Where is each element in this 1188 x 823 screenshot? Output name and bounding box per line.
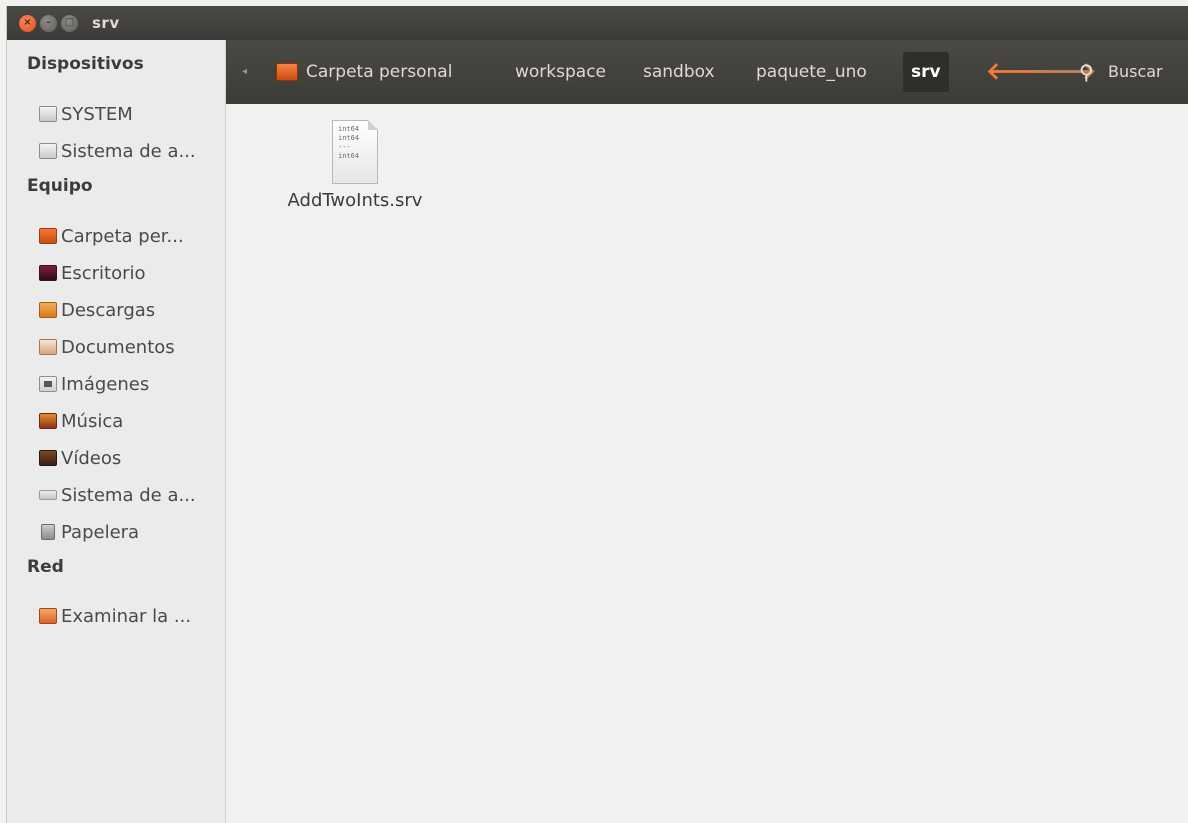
- sidebar-heading-equipo: Equipo: [27, 176, 93, 196]
- sidebar-item-carpeta-personal[interactable]: Carpeta per...: [39, 222, 184, 250]
- filesystem-icon: [39, 490, 57, 500]
- desktop-icon: [39, 265, 57, 281]
- sidebar-item-descargas[interactable]: Descargas: [39, 296, 155, 324]
- breadcrumb-carpeta-personal[interactable]: Carpeta personal: [276, 40, 452, 104]
- sidebar-item-videos[interactable]: Vídeos: [39, 444, 121, 472]
- drive-icon: [39, 106, 57, 122]
- text-file-icon: int64 int64 --- int64: [332, 120, 378, 184]
- breadcrumb-sandbox[interactable]: sandbox: [643, 40, 715, 104]
- file-preview-line: ---: [338, 143, 351, 151]
- file-view[interactable]: int64 int64 --- int64 AddTwoInts.srv: [226, 104, 1188, 823]
- file-preview-line: int64: [338, 125, 360, 133]
- pictures-folder-icon: [39, 376, 57, 392]
- sidebar: Dispositivos SYSTEM Sistema de a... Equi…: [7, 40, 226, 823]
- sidebar-item-label: Sistema de a...: [61, 140, 196, 162]
- sidebar-item-sistema-archivos-device[interactable]: Sistema de a...: [39, 137, 196, 165]
- window-title: srv: [92, 14, 120, 32]
- close-window-button[interactable]: ×: [19, 14, 36, 32]
- sidebar-item-sistema-archivos[interactable]: Sistema de a...: [39, 481, 196, 509]
- sidebar-heading-dispositivos: Dispositivos: [27, 54, 144, 74]
- network-icon: [39, 608, 57, 624]
- breadcrumb-label: workspace: [515, 62, 607, 82]
- breadcrumb-label: srv: [911, 62, 941, 82]
- breadcrumb-workspace[interactable]: workspace: [515, 40, 606, 104]
- documents-folder-icon: [39, 339, 57, 355]
- trash-icon: [41, 524, 55, 540]
- sidebar-item-system[interactable]: SYSTEM: [39, 100, 133, 128]
- sidebar-item-label: Sistema de a...: [61, 484, 196, 506]
- sidebar-item-label: Escritorio: [61, 262, 146, 284]
- sidebar-item-label: Vídeos: [61, 447, 122, 469]
- videos-folder-icon: [39, 450, 57, 466]
- sidebar-item-label: Descargas: [61, 299, 156, 321]
- file-preview-line: int64: [338, 134, 360, 142]
- sidebar-item-papelera[interactable]: Papelera: [39, 518, 139, 546]
- title-bar: × – □ srv: [7, 6, 1188, 40]
- breadcrumb-label: sandbox: [643, 62, 715, 82]
- search-icon[interactable]: ⚲: [1079, 60, 1094, 84]
- music-folder-icon: [39, 413, 57, 429]
- home-folder-icon: [39, 228, 57, 244]
- breadcrumb-label: Carpeta personal: [306, 62, 453, 82]
- sidebar-item-label: Papelera: [61, 521, 140, 543]
- sidebar-item-label: SYSTEM: [61, 103, 133, 125]
- sidebar-item-label: Examinar la ...: [61, 605, 192, 627]
- sidebar-item-musica[interactable]: Música: [39, 407, 123, 435]
- file-manager-window: × – □ srv Dispositivos SYSTEM Sistema de…: [6, 6, 1188, 823]
- file-preview-line: int64: [338, 152, 360, 160]
- maximize-window-button[interactable]: □: [61, 14, 78, 32]
- minimize-window-button[interactable]: –: [40, 14, 57, 32]
- breadcrumb-label: paquete_uno: [756, 62, 867, 82]
- toolbar: ◂ Carpeta personal workspace sandbox paq…: [226, 40, 1188, 104]
- drive-icon: [39, 143, 57, 159]
- sidebar-item-label: Documentos: [61, 336, 175, 358]
- sidebar-item-examinar-red[interactable]: Examinar la ...: [39, 602, 191, 630]
- breadcrumb-paquete-uno[interactable]: paquete_uno: [756, 40, 867, 104]
- sidebar-item-escritorio[interactable]: Escritorio: [39, 259, 146, 287]
- sidebar-item-label: Carpeta per...: [61, 225, 184, 247]
- file-name: AddTwoInts.srv: [287, 190, 423, 211]
- sidebar-item-documentos[interactable]: Documentos: [39, 333, 175, 361]
- home-folder-icon: [276, 63, 298, 81]
- breadcrumb-srv[interactable]: srv: [903, 52, 949, 92]
- sidebar-item-label: Música: [61, 410, 124, 432]
- downloads-folder-icon: [39, 302, 57, 318]
- sidebar-item-imagenes[interactable]: Imágenes: [39, 370, 149, 398]
- sidebar-heading-red: Red: [27, 557, 64, 577]
- file-item[interactable]: int64 int64 --- int64 AddTwoInts.srv: [270, 120, 440, 211]
- sidebar-item-label: Imágenes: [61, 373, 150, 395]
- breadcrumb-scroll-left-icon[interactable]: ◂: [242, 66, 247, 77]
- search-button-label[interactable]: Buscar: [1108, 62, 1163, 81]
